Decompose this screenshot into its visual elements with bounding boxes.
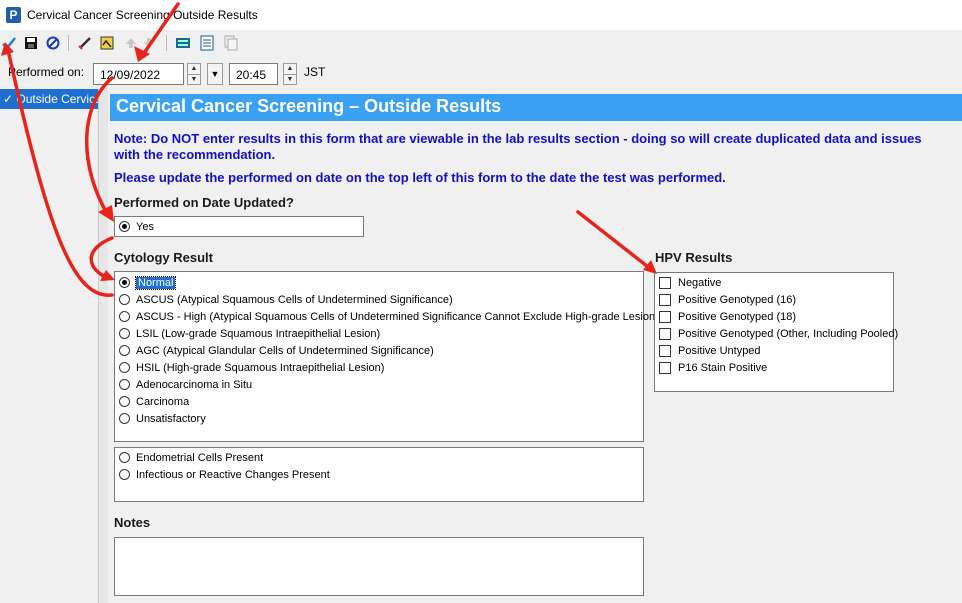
app-icon: P (6, 7, 21, 23)
time-spinner[interactable]: ▲ ▼ (283, 63, 297, 85)
checkbox[interactable] (659, 276, 671, 289)
checkbox[interactable] (659, 344, 671, 357)
form-header: Cervical Cancer Screening – Outside Resu… (110, 94, 962, 121)
radio-option[interactable]: Unsatisfactory (119, 410, 206, 427)
sign-icon[interactable] (98, 34, 116, 52)
down-arrow-icon[interactable] (140, 34, 158, 52)
option-label: Positive Genotyped (Other, Including Poo… (678, 327, 899, 340)
performed-on-label: Performed on: (8, 65, 85, 79)
checkbox[interactable] (659, 361, 671, 374)
checkbox-option[interactable]: Negative (659, 274, 721, 291)
toolbar (0, 30, 962, 56)
option-label: Carcinoma (136, 395, 190, 408)
performed-time-field[interactable]: 20:45 (229, 63, 278, 85)
checkbox[interactable] (659, 327, 671, 340)
checkmark-icon: ✓ (3, 92, 17, 106)
option-label: P16 Stain Positive (678, 361, 768, 374)
note-duplicate-warning: Note: Do NOT enter results in this form … (114, 131, 922, 162)
option-label: Positive Genotyped (16) (678, 293, 797, 306)
radio-option[interactable]: HSIL (High-grade Squamous Intraepithelia… (119, 359, 384, 376)
radio-option[interactable]: Endometrial Cells Present (119, 449, 263, 466)
checkbox-option[interactable]: Positive Genotyped (Other, Including Poo… (659, 325, 898, 342)
cytology-label: Cytology Result (114, 250, 213, 265)
option-label: Endometrial Cells Present (136, 451, 264, 464)
nav-item-label: Outside Cervical C (16, 92, 98, 106)
cancel-icon[interactable] (44, 34, 62, 52)
radio-button[interactable] (119, 396, 130, 407)
hpv-label: HPV Results (655, 250, 733, 265)
nav-item-outside-cervical[interactable]: ✓ Outside Cervical C (0, 89, 98, 109)
up-arrow-icon[interactable] (122, 34, 140, 52)
radio-button[interactable] (119, 452, 130, 463)
calculator-icon[interactable] (174, 34, 192, 52)
radio-button[interactable] (119, 379, 130, 390)
radio-button[interactable] (119, 362, 130, 373)
radio-option[interactable]: Normal (119, 274, 177, 291)
pen-icon[interactable] (76, 34, 94, 52)
radio-option[interactable]: Carcinoma (119, 393, 189, 410)
performed-updated-box: Yes (114, 216, 364, 237)
checkmark-icon[interactable] (0, 34, 18, 52)
radio-option[interactable]: Infectious or Reactive Changes Present (119, 466, 330, 483)
additional-findings-box: Endometrial Cells Present Infectious or R… (114, 447, 644, 502)
title-bar: P Cervical Cancer Screening Outside Resu… (0, 0, 962, 30)
radio-button[interactable] (119, 413, 130, 424)
date-spinner[interactable]: ▲ ▼ (187, 63, 201, 85)
radio-button[interactable] (119, 328, 130, 339)
option-label: Normal (134, 275, 177, 290)
notes-label: Notes (114, 515, 151, 530)
note-update-date: Please update the performed on date on t… (114, 170, 726, 185)
radio-option[interactable]: LSIL (Low-grade Squamous Intraepithelial… (119, 325, 380, 342)
option-label: Negative (678, 276, 722, 289)
checkbox-option[interactable]: Positive Untyped (659, 342, 761, 359)
radio-option-yes[interactable]: Yes (119, 218, 154, 235)
radio-button[interactable] (119, 221, 130, 232)
radio-button[interactable] (119, 311, 130, 322)
radio-option[interactable]: AGC (Atypical Glandular Cells of Undeter… (119, 342, 434, 359)
copy-icon[interactable] (222, 34, 240, 52)
performed-updated-label: Performed on Date Updated? (114, 195, 294, 210)
option-label: HSIL (High-grade Squamous Intraepithelia… (136, 361, 385, 374)
radio-option[interactable]: Adenocarcinoma in Situ (119, 376, 252, 393)
radio-button[interactable] (119, 294, 130, 305)
option-label: Unsatisfactory (136, 412, 206, 425)
option-label: Adenocarcinoma in Situ (136, 378, 253, 391)
checkbox[interactable] (659, 293, 671, 306)
radio-option[interactable]: ASCUS (Atypical Squamous Cells of Undete… (119, 291, 453, 308)
option-label: ASCUS (Atypical Squamous Cells of Undete… (136, 293, 453, 306)
radio-button[interactable] (119, 345, 130, 356)
option-label: Positive Untyped (678, 344, 761, 357)
form-icon[interactable] (198, 34, 216, 52)
timezone-label: JST (304, 65, 326, 79)
option-label: LSIL (Low-grade Squamous Intraepithelial… (136, 327, 381, 340)
radio-button[interactable] (119, 277, 130, 288)
date-dropdown-button[interactable]: ▼ (207, 63, 223, 85)
hpv-options-box: Negative Positive Genotyped (16) Positive … (654, 272, 898, 392)
checkbox-option[interactable]: Positive Genotyped (18) (659, 308, 796, 325)
radio-button[interactable] (119, 469, 130, 480)
checkbox[interactable] (659, 310, 671, 323)
performed-date-field[interactable]: 12/09/2022 (93, 63, 184, 85)
option-label: AGC (Atypical Glandular Cells of Undeter… (136, 344, 434, 357)
cytology-options-box: Normal ASCUS (Atypical Squamous Cells of … (114, 271, 659, 442)
splitter[interactable] (98, 88, 108, 603)
notes-field[interactable] (114, 537, 644, 596)
option-label: ASCUS - High (Atypical Squamous Cells of… (136, 310, 659, 323)
checkbox-option[interactable]: P16 Stain Positive (659, 359, 767, 376)
save-icon[interactable] (22, 34, 40, 52)
option-label: Infectious or Reactive Changes Present (136, 468, 330, 481)
option-label: Yes (136, 220, 154, 233)
checkbox-option[interactable]: Positive Genotyped (16) (659, 291, 796, 308)
window-title: Cervical Cancer Screening Outside Result… (27, 8, 258, 22)
option-label: Positive Genotyped (18) (678, 310, 797, 323)
radio-option[interactable]: ASCUS - High (Atypical Squamous Cells of… (119, 308, 659, 325)
left-navigation (0, 88, 98, 603)
